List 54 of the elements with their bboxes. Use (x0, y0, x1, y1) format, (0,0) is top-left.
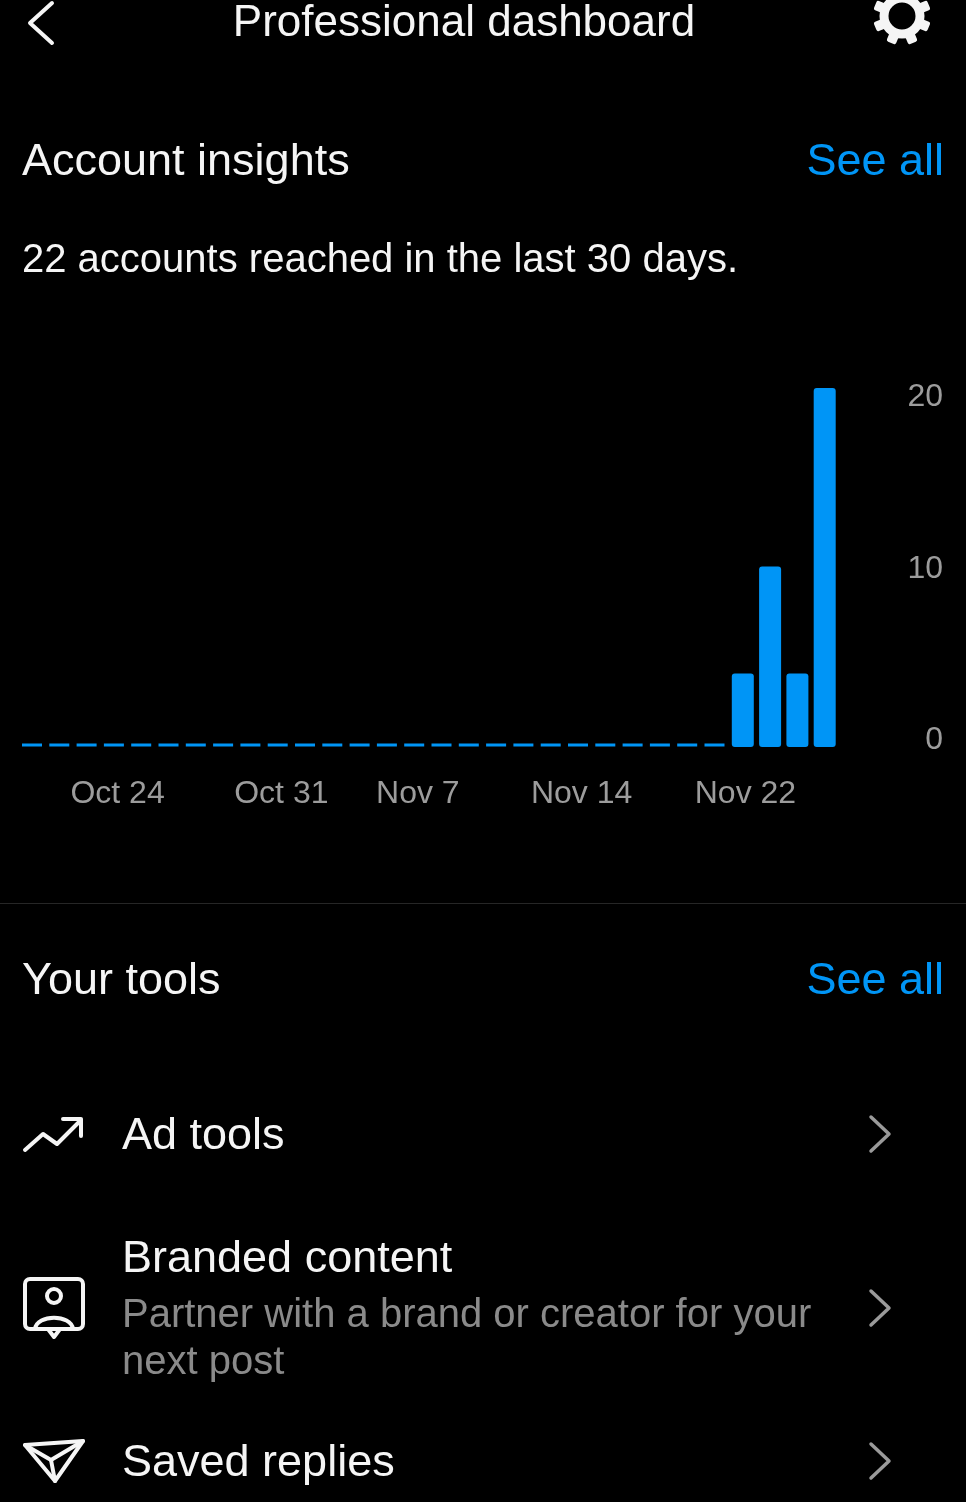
bar[interactable] (813, 388, 836, 747)
baseline-dash (677, 743, 698, 747)
person-frame-icon (22, 1276, 86, 1340)
baseline-dash (322, 743, 343, 747)
section-title: Account insights (22, 135, 350, 185)
baseline-dash (513, 743, 534, 747)
x-axis-label: Nov 7 (376, 774, 460, 810)
header-title: Professional dashboard (231, 0, 697, 42)
bar[interactable] (759, 566, 782, 747)
see-all-link[interactable]: See all (806, 135, 944, 185)
x-axis-label: Nov 22 (694, 774, 797, 810)
summary-text: 22 accounts reached in the last 30 days. (22, 236, 739, 280)
tool-title[interactable]: Ad tools (122, 1109, 285, 1159)
baseline-dash (622, 743, 643, 747)
baseline-dash (349, 743, 370, 747)
x-axis-label: Oct 31 (234, 774, 329, 810)
section-title: Your tools (22, 954, 221, 1004)
bar[interactable] (786, 673, 809, 747)
chevron-right-icon[interactable] (868, 1114, 892, 1154)
baseline-dash (267, 743, 288, 747)
baseline-dash (568, 743, 588, 747)
baseline-dash (431, 743, 452, 747)
trend-arrow-icon (22, 1114, 86, 1154)
baseline-dash (404, 743, 425, 747)
y-axis-label: 20 (907, 377, 943, 413)
chevron-right-icon[interactable] (868, 1288, 892, 1328)
y-axis-label: 0 (925, 720, 943, 756)
baseline-dash (649, 743, 670, 747)
baseline-dash (185, 743, 206, 747)
tool-description: Partner with a brand or creator for your next post (122, 1290, 813, 1384)
baseline-dash (103, 743, 124, 747)
baseline-dash (595, 743, 616, 747)
baseline-dash (295, 743, 315, 747)
chevron-right-icon[interactable] (868, 1441, 892, 1481)
x-axis-label: Oct 24 (70, 774, 165, 810)
baseline-dash (240, 743, 261, 747)
baseline-dash (213, 743, 234, 747)
paper-plane-icon (22, 1438, 86, 1484)
x-axis-label: Nov 14 (530, 774, 633, 810)
baseline-dash (22, 743, 42, 747)
baseline-dash (49, 743, 70, 747)
tool-title[interactable]: Saved replies (122, 1436, 395, 1486)
tool-title[interactable]: Branded content (122, 1232, 453, 1282)
see-all-link[interactable]: See all (806, 954, 944, 1004)
baseline-dash (704, 743, 725, 747)
baseline-dash (158, 743, 179, 747)
baseline-dash (458, 743, 479, 747)
bar[interactable] (731, 673, 754, 747)
baseline-dash (131, 743, 152, 747)
baseline-dash (540, 743, 561, 747)
baseline-dash (76, 743, 97, 747)
baseline-dash (376, 743, 397, 747)
y-axis-label: 10 (907, 548, 943, 585)
baseline-dash (486, 743, 507, 747)
